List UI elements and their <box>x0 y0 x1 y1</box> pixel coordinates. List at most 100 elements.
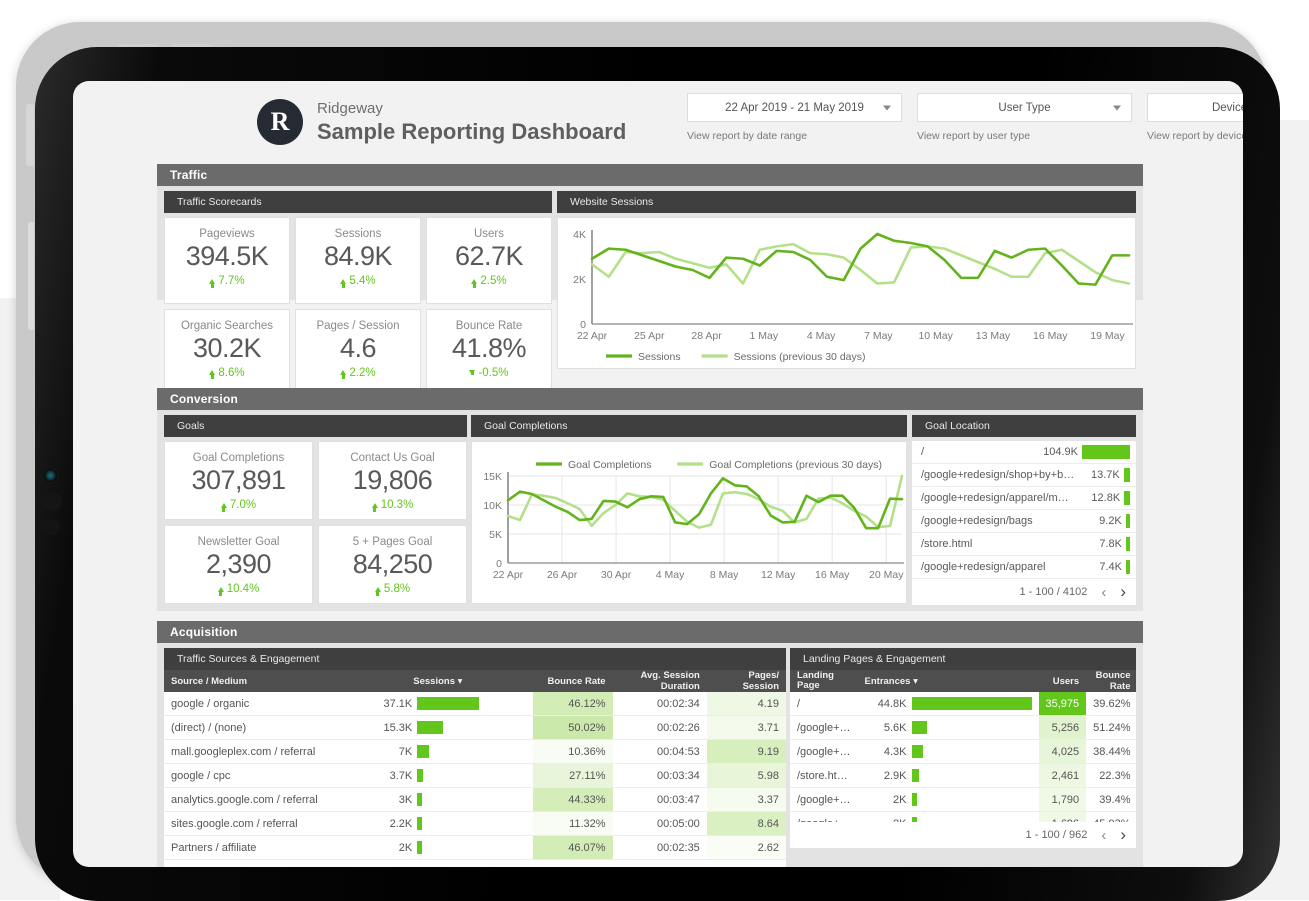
svg-text:Goal Completions (previous 30: Goal Completions (previous 30 days) <box>709 459 882 471</box>
cell-pages-session: 5.98 <box>707 764 786 788</box>
chevron-down-icon[interactable] <box>1113 105 1121 110</box>
goal-location-value: 7.4K <box>1076 561 1126 573</box>
traffic-scorecard-2[interactable]: Users62.7K2.5% <box>426 217 552 304</box>
col-users[interactable]: Users <box>1039 670 1087 692</box>
entrances-bar <box>912 697 1032 710</box>
svg-text:10K: 10K <box>483 500 502 512</box>
cell-bounce-rate: 46.12% <box>533 692 613 716</box>
goal-location-value: 9.2K <box>1076 515 1126 527</box>
goal-location-name: /google+redesign/apparel <box>921 561 1076 573</box>
side-button-upper[interactable] <box>26 104 34 166</box>
table-row[interactable]: sites.google.com / referral2.2K11.32%00:… <box>164 812 786 836</box>
table-row[interactable]: (direct) / (none)15.3K50.02%00:02:263.71 <box>164 716 786 740</box>
cell-users: 1,790 <box>1039 788 1087 812</box>
cell-bounce-rate: 38.44% <box>1086 740 1136 764</box>
table-row[interactable]: /store.ht…2.9K2,46122.3% <box>790 764 1136 788</box>
traffic-scorecard-5[interactable]: Bounce Rate41.8%-0.5% <box>426 309 552 396</box>
website-sessions-chart: 02K4K22 Apr25 Apr28 Apr1 May4 May7 May10… <box>557 217 1136 369</box>
landing-pages-pager-label: 1 - 100 / 962 <box>1026 829 1088 841</box>
table-row[interactable]: Partners / affiliate2K46.07%00:02:352.62 <box>164 836 786 860</box>
cell-avg-duration: 00:02:35 <box>613 836 707 860</box>
goal-scorecard-0[interactable]: Goal Completions307,8917.0% <box>164 441 313 520</box>
traffic-scorecard-1[interactable]: Sessions84.9K5.4% <box>295 217 421 304</box>
table-row[interactable]: /google+…2K1,79039.4% <box>790 788 1136 812</box>
sort-desc-icon[interactable]: ▾ <box>913 676 918 687</box>
col-avg-duration[interactable]: Avg. Session Duration <box>613 670 707 692</box>
scorecard-delta-value: 10.3% <box>381 499 414 511</box>
col-entrances[interactable]: Entrances ▾ <box>858 670 1039 692</box>
svg-text:22 Apr: 22 Apr <box>493 569 524 581</box>
sessions-bar <box>417 793 422 806</box>
svg-text:7 May: 7 May <box>864 330 893 342</box>
goal-location-row[interactable]: /google+redesign/apparel/m…12.8K <box>912 487 1136 510</box>
table-row[interactable]: /google+…4.3K4,02538.44% <box>790 740 1136 764</box>
table-row[interactable]: mall.googleplex.com / referral7K10.36%00… <box>164 740 786 764</box>
scorecard-value: 62.7K <box>455 241 523 272</box>
table-row[interactable]: /google+…5.6K5,25651.24% <box>790 716 1136 740</box>
prev-page-icon[interactable]: ‹ <box>1101 584 1106 601</box>
goal-location-bar <box>1126 537 1130 551</box>
next-page-icon[interactable]: › <box>1120 825 1126 845</box>
next-page-icon[interactable]: › <box>770 863 776 867</box>
svg-text:Goal Completions: Goal Completions <box>568 459 651 471</box>
goal-scorecard-1[interactable]: Contact Us Goal19,80610.3% <box>318 441 467 520</box>
svg-text:5K: 5K <box>489 529 502 541</box>
filter-user-type[interactable]: User Type View report by user type <box>917 93 1132 142</box>
goal-location-name: / <box>921 446 1032 458</box>
cell-sessions: 3K <box>343 788 533 812</box>
cell-pages-session: 8.64 <box>707 812 786 836</box>
goal-location-row[interactable]: /google+redesign/apparel7.4K <box>912 556 1136 579</box>
table-header-row: Source / MediumSessions ▾Bounce RateAvg.… <box>164 670 786 692</box>
cell-users: 4,025 <box>1039 740 1087 764</box>
chevron-down-icon[interactable] <box>883 105 891 110</box>
traffic-scorecard-4[interactable]: Pages / Session4.62.2% <box>295 309 421 396</box>
sensor-icon-2 <box>43 519 60 535</box>
scorecard-delta-value: 5.8% <box>384 583 410 595</box>
arrow-up-icon <box>209 370 215 375</box>
sort-desc-icon[interactable]: ▾ <box>458 676 463 687</box>
goal-location-pager-label: 1 - 100 / 4102 <box>1019 586 1087 598</box>
next-page-icon[interactable]: › <box>1120 582 1126 602</box>
goal-scorecard-2[interactable]: Newsletter Goal2,39010.4% <box>164 525 313 604</box>
prev-page-icon[interactable]: ‹ <box>1101 827 1106 844</box>
goal-scorecard-3[interactable]: 5 + Pages Goal84,2505.8% <box>318 525 467 604</box>
scorecard-label: Organic Searches <box>181 320 273 332</box>
scorecard-delta-value: -0.5% <box>478 367 508 379</box>
cell-users: 35,975 <box>1039 692 1087 716</box>
filter-device-category[interactable]: Device Category View report by device <box>1147 93 1243 142</box>
table-row[interactable]: google / cpc3.7K27.11%00:03:345.98 <box>164 764 786 788</box>
col-pages-session[interactable]: Pages/ Session <box>707 670 786 692</box>
table-row[interactable]: analytics.google.com / referral3K44.33%0… <box>164 788 786 812</box>
cell-source-medium: analytics.google.com / referral <box>164 788 343 812</box>
svg-text:22 Apr: 22 Apr <box>577 330 608 342</box>
sessions-value: 2K <box>350 842 412 854</box>
table-row[interactable]: /44.8K35,97539.62% <box>790 692 1136 716</box>
cell-bounce-rate: 39.62% <box>1086 692 1136 716</box>
col-sessions[interactable]: Sessions ▾ <box>343 670 533 692</box>
col-source-medium[interactable]: Source / Medium <box>164 670 343 692</box>
goal-location-row[interactable]: /google+redesign/shop+by+b…13.7K <box>912 464 1136 487</box>
col-bounce-rate[interactable]: Bounce Rate <box>533 670 613 692</box>
side-button-lower[interactable] <box>28 222 34 330</box>
goal-location-row[interactable]: /google+redesign/bags9.2K <box>912 510 1136 533</box>
traffic-scorecard-3[interactable]: Organic Searches30.2K8.6% <box>164 309 290 396</box>
col-bounce-rate[interactable]: Bounce Rate <box>1086 670 1136 692</box>
svg-text:15K: 15K <box>483 471 502 483</box>
col-landing-page[interactable]: LandingPage <box>790 670 858 692</box>
sessions-value: 3K <box>350 794 412 806</box>
sessions-value: 37.1K <box>350 698 412 710</box>
traffic-scorecard-0[interactable]: Pageviews394.5K7.7% <box>164 217 290 304</box>
sessions-value: 2.2K <box>350 818 412 830</box>
table-row[interactable]: google / organic37.1K46.12%00:02:344.19 <box>164 692 786 716</box>
cell-bounce-rate: 10.36% <box>533 740 613 764</box>
traffic-section: Traffic Traffic Scorecards Pageviews394.… <box>157 164 1143 300</box>
goal-location-row[interactable]: /store.html7.8K <box>912 533 1136 556</box>
goal-location-row[interactable]: /104.9K <box>912 441 1136 464</box>
arrow-up-icon <box>340 370 346 375</box>
goal-location-name: /google+redesign/apparel/m… <box>921 492 1074 504</box>
filter-date-range[interactable]: 22 Apr 2019 - 21 May 2019 View report by… <box>687 93 902 142</box>
entrances-value: 5.6K <box>865 722 907 734</box>
traffic-scorecards-title: Traffic Scorecards <box>164 191 552 213</box>
prev-page-icon[interactable]: ‹ <box>751 865 756 868</box>
scorecard-label: Newsletter Goal <box>198 536 280 548</box>
